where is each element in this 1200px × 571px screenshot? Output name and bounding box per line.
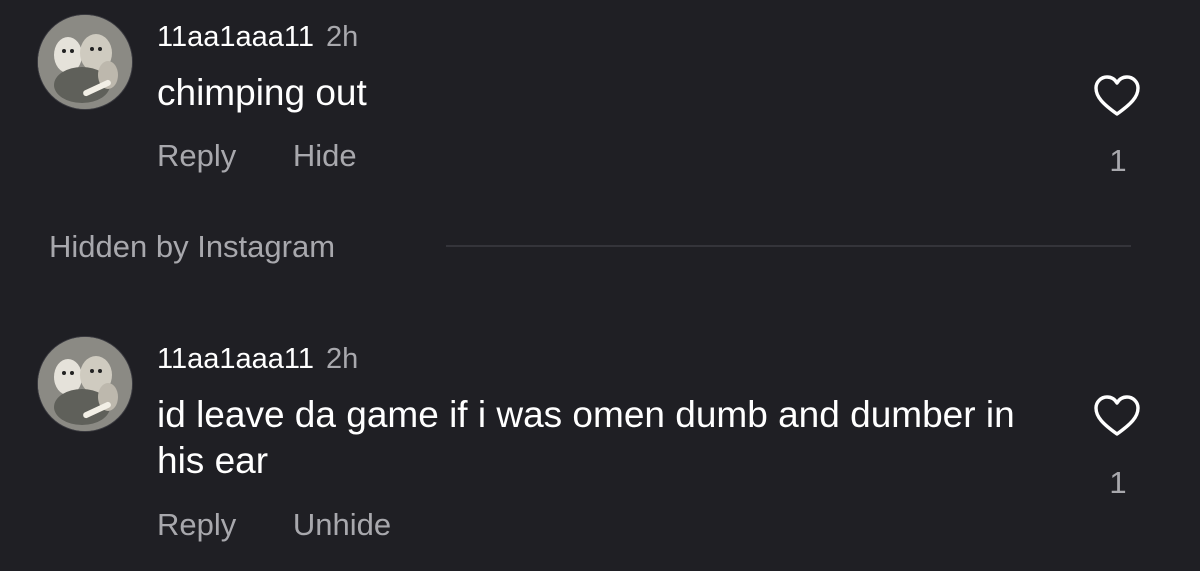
- username[interactable]: 11aa1aaa11: [157, 343, 314, 375]
- comment-header: 11aa1aaa11 2h: [157, 341, 358, 377]
- comment-actions: Reply Unhide: [157, 506, 439, 544]
- comment-actions: Reply Hide: [157, 137, 405, 175]
- hidden-divider: Hidden by Instagram: [49, 228, 1131, 268]
- avatar[interactable]: [37, 14, 133, 110]
- like-count: 1: [1109, 143, 1127, 178]
- timestamp: 2h: [326, 21, 359, 53]
- comment-text: chimping out: [157, 72, 367, 113]
- avatar[interactable]: [37, 336, 133, 432]
- hidden-by-instagram-label: Hidden by Instagram: [49, 229, 336, 264]
- reply-button[interactable]: Reply: [157, 506, 236, 544]
- comment: 11aa1aaa11 2h chimping out Reply Hide 1: [0, 0, 1200, 200]
- comment: 11aa1aaa11 2h id leave da game if i was …: [0, 322, 1200, 571]
- reply-button[interactable]: Reply: [157, 137, 236, 175]
- comment-text: id leave da game if i was omen dumb and …: [157, 394, 1015, 481]
- comment-header: 11aa1aaa11 2h: [157, 19, 358, 55]
- timestamp: 2h: [326, 343, 359, 375]
- hide-button[interactable]: Hide: [293, 137, 357, 175]
- heart-outline-icon[interactable]: [1093, 74, 1141, 118]
- heart-outline-icon[interactable]: [1093, 394, 1141, 438]
- avatar-image: [38, 337, 132, 431]
- username[interactable]: 11aa1aaa11: [157, 21, 314, 53]
- avatar-image: [38, 15, 132, 109]
- unhide-button[interactable]: Unhide: [293, 506, 391, 544]
- like-count: 1: [1109, 465, 1127, 500]
- divider-line: [446, 245, 1131, 247]
